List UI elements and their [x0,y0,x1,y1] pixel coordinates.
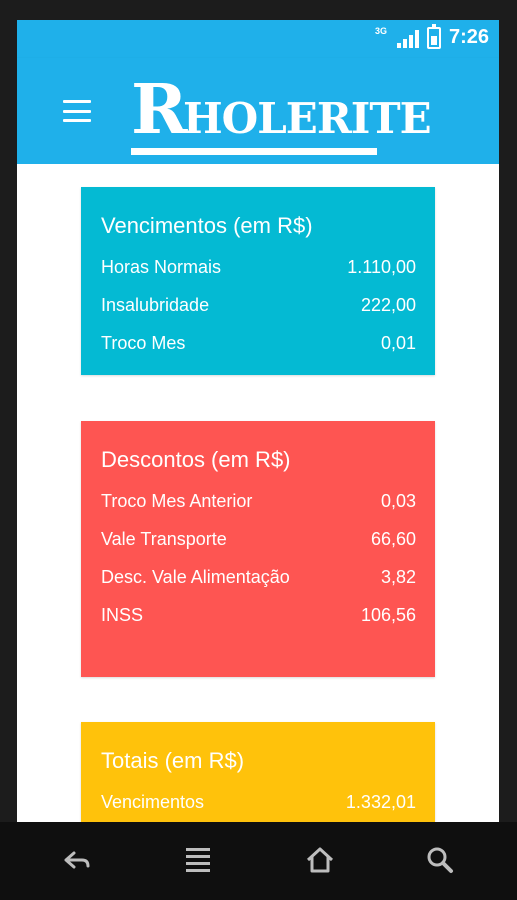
item-value: 0,03 [380,491,416,511]
item-label: Vale Transporte [101,529,227,549]
item-value: 1.332,01 [345,792,416,812]
descontos-card: Descontos (em R$) Troco Mes Anterior 0,0… [81,421,435,677]
payslip-content[interactable]: Vencimentos (em R$) Horas Normais 1.110,… [17,164,499,822]
list-item: INSS 106,56 [101,601,416,629]
search-icon[interactable] [420,842,460,878]
item-label: Troco Mes [101,333,186,353]
screen: 3G 7:26 R HOLERITE Vencimentos (em R$) H… [17,20,499,822]
item-value: 1.110,00 [347,257,416,277]
item-value: 3,82 [380,567,416,587]
network-type: 3G [374,26,387,36]
item-label: Vencimentos [101,792,205,812]
item-label: INSS [101,605,144,625]
back-icon[interactable] [56,842,96,878]
list-item: Vale Transporte 66,60 [101,525,416,553]
hamburger-menu-icon[interactable] [63,100,91,122]
totais-card: Totais (em R$) Vencimentos 1.332,01 [81,722,435,822]
vencimentos-card: Vencimentos (em R$) Horas Normais 1.110,… [81,187,435,375]
home-icon[interactable] [300,842,340,878]
item-label: Horas Normais [101,257,222,277]
rholerite-logo: R HOLERITE [131,76,432,156]
status-bar: 3G 7:26 [17,20,499,58]
list-item: Troco Mes 0,01 [101,329,416,357]
descontos-title: Descontos (em R$) [101,447,291,472]
status-icons: 3G 7:26 [374,23,489,49]
signal-icon [396,28,419,48]
logo-underline [131,148,377,155]
vencimentos-title: Vencimentos (em R$) [101,213,313,238]
phone-frame: 3G 7:26 R HOLERITE Vencimentos (em R$) H… [0,0,517,900]
item-value: 0,01 [380,333,416,353]
battery-icon [426,23,441,49]
item-value: 66,60 [370,529,416,549]
item-value: 222,00 [360,295,416,315]
item-label: Troco Mes Anterior [101,491,253,511]
status-time: 7:26 [448,26,489,48]
app-bar: R HOLERITE [17,58,499,164]
recent-apps-icon[interactable] [178,842,218,878]
system-nav-bar [0,822,517,900]
item-label: Desc. Vale Alimentação [101,567,290,587]
list-item: Insalubridade 222,00 [101,291,416,319]
totais-title: Totais (em R$) [101,748,245,773]
list-item: Vencimentos 1.332,01 [101,788,416,816]
item-label: Insalubridade [101,295,210,315]
list-item: Troco Mes Anterior 0,03 [101,487,416,515]
item-value: 106,56 [360,605,416,625]
list-item: Horas Normais 1.110,00 [101,253,416,281]
list-item: Desc. Vale Alimentação 3,82 [101,563,416,591]
